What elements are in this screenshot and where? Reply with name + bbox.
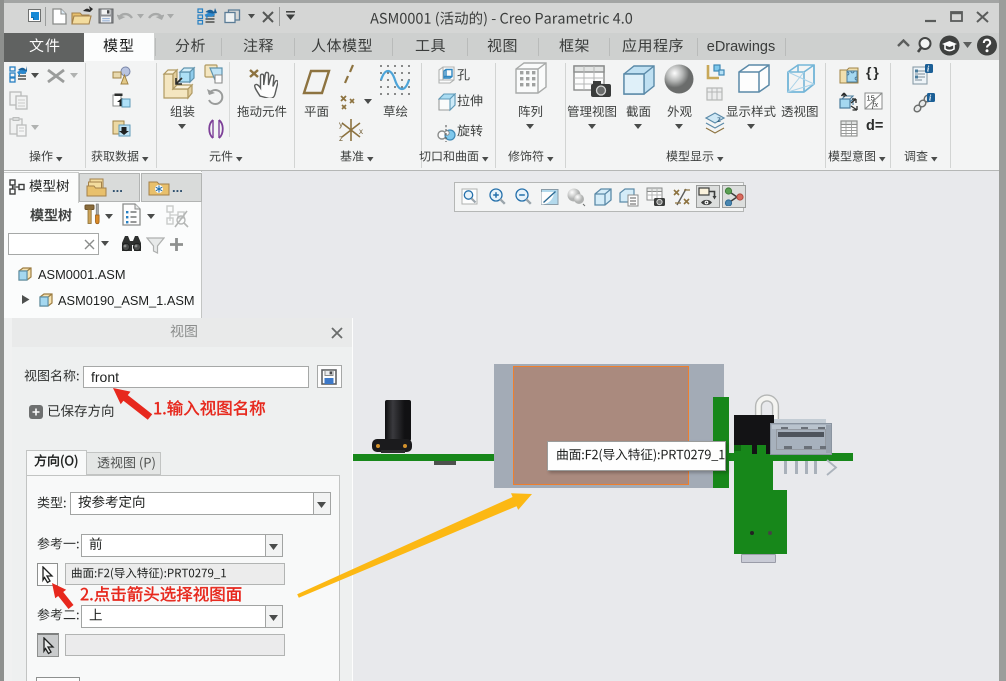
svg-text:x: x <box>359 127 363 136</box>
svg-text:z: z <box>717 115 721 124</box>
svg-text:z: z <box>339 134 343 143</box>
svg-text:fx: fx <box>872 99 878 109</box>
svg-text:y: y <box>339 120 343 129</box>
